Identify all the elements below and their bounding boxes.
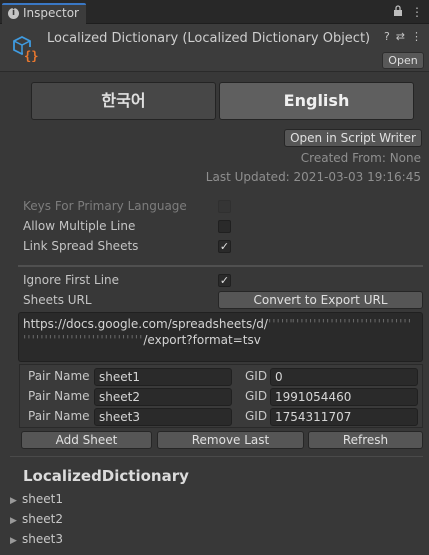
dictionary-title: LocalizedDictionary [23,467,189,485]
more-options-icon[interactable]: ⋮ [411,5,423,19]
pair-name-field[interactable]: sheet3 [94,408,232,426]
svg-text:{}: {} [24,49,38,63]
remove-last-button[interactable]: Remove Last [157,431,304,449]
convert-to-export-url-button[interactable]: Convert to Export URL [218,291,423,309]
scriptable-object-icon: {} [10,33,40,65]
sheet-pairs-box: Pair Name sheet1 GID 0 Pair Name sheet2 … [19,364,423,428]
tree-item-sheet1[interactable]: ▶ sheet1 [10,492,63,506]
open-in-script-writer-button[interactable]: Open in Script Writer [284,129,422,147]
keys-primary-language-checkbox [218,200,231,213]
language-tab-english[interactable]: English [219,82,414,120]
url-line-2: ''''''''''''''''''''''''''''/export?form… [23,333,261,347]
tree-item-sheet3[interactable]: ▶ sheet3 [10,532,63,546]
last-updated-text: Last Updated: 2021-03-03 19:16:45 [205,170,421,184]
pair-name-label: Pair Name [28,389,90,403]
link-spread-sheets-checkbox[interactable]: ✓ [218,240,231,253]
inspector-title: Localized Dictionary (Localized Dictiona… [47,31,371,46]
tab-bar-icons: ⋮ [393,4,423,20]
tab-inspector[interactable]: i Inspector [2,3,86,24]
preset-icon[interactable]: ⇄ [396,30,405,43]
add-sheet-button[interactable]: Add Sheet [21,431,152,449]
gid-field[interactable]: 1754311707 [270,408,418,426]
info-icon: i [8,8,19,19]
tab-label: Inspector [23,6,79,20]
keys-primary-language-label: Keys For Primary Language [23,199,187,213]
sheets-url-field[interactable]: https://docs.google.com/spreadsheets/d/'… [18,312,423,362]
expand-arrow-icon[interactable]: ▶ [10,536,22,546]
lock-icon[interactable] [393,4,403,20]
tab-bar: i Inspector ⋮ [0,0,429,24]
pair-name-field[interactable]: sheet2 [94,388,232,406]
gid-label: GID [245,409,268,423]
more-options-icon[interactable]: ⋮ [411,30,422,43]
ignore-first-line-label: Ignore First Line [23,273,120,287]
link-spread-sheets-label: Link Spread Sheets [23,239,139,253]
gid-field[interactable]: 1991054460 [270,388,418,406]
language-tab-korean[interactable]: 한국어 [31,82,216,120]
pair-name-label: Pair Name [28,369,90,383]
tree-item-sheet2[interactable]: ▶ sheet2 [10,512,63,526]
gid-label: GID [245,369,268,383]
gid-field[interactable]: 0 [270,368,418,386]
help-icon[interactable]: ? [384,30,390,43]
header-icons: ? ⇄ ⋮ [384,30,422,43]
divider [18,265,423,267]
inspector-header: {} Localized Dictionary (Localized Dicti… [0,24,429,72]
refresh-button[interactable]: Refresh [308,431,423,449]
allow-multiple-line-label: Allow Multiple Line [23,219,136,233]
expand-arrow-icon[interactable]: ▶ [10,496,22,506]
ignore-first-line-checkbox[interactable]: ✓ [218,274,231,287]
created-from-text: Created From: None [300,151,421,165]
url-line-1: https://docs.google.com/spreadsheets/d/'… [23,317,413,331]
allow-multiple-line-checkbox[interactable] [218,220,231,233]
open-button[interactable]: Open [382,52,424,69]
expand-arrow-icon[interactable]: ▶ [10,516,22,526]
sheets-url-label: Sheets URL [23,293,92,307]
pair-name-label: Pair Name [28,409,90,423]
pair-name-field[interactable]: sheet1 [94,368,232,386]
gid-label: GID [245,389,268,403]
divider [10,456,423,457]
